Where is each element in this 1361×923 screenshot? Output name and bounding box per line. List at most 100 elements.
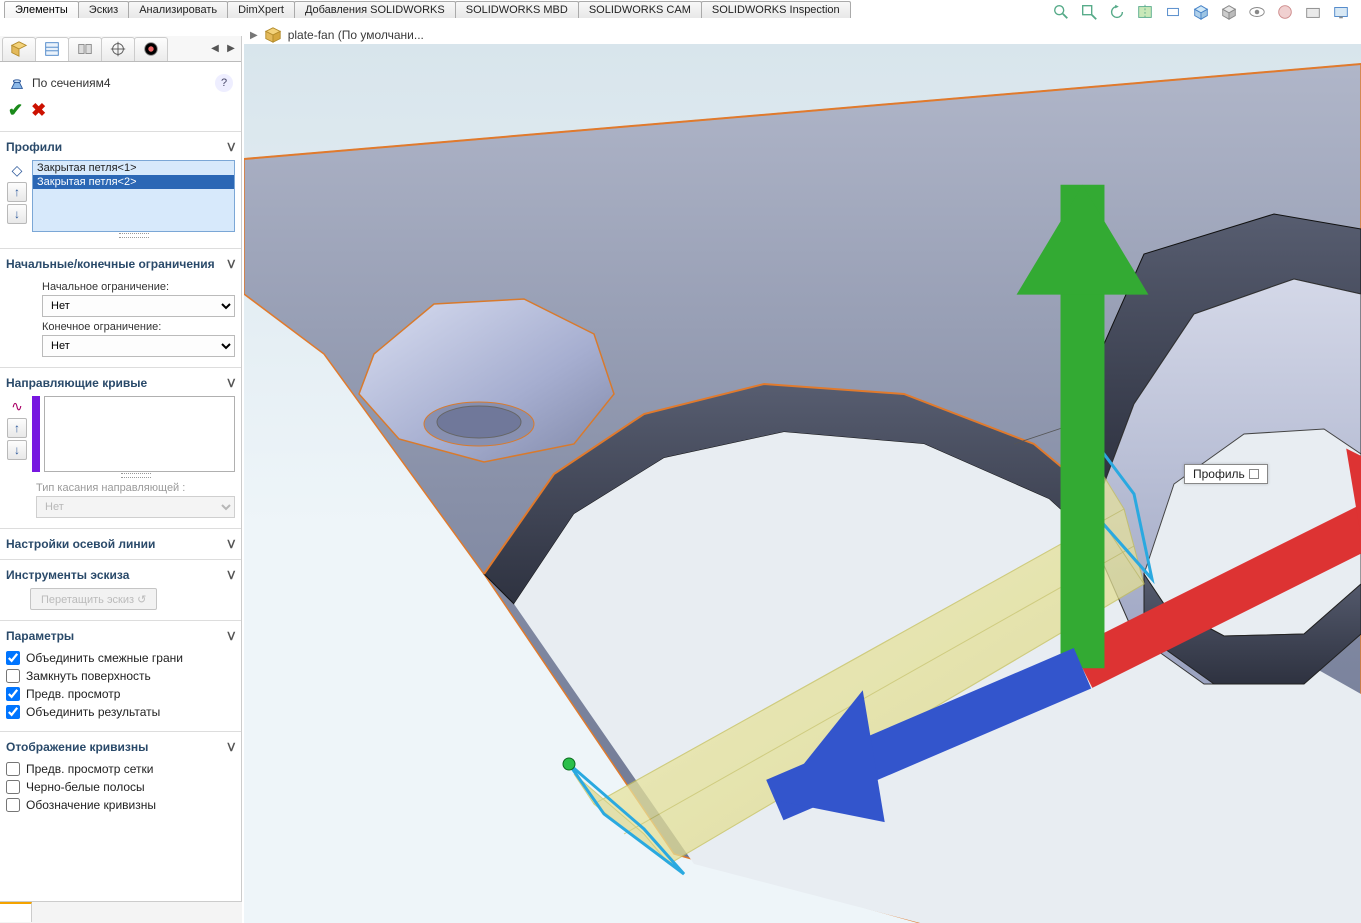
section-guides-header[interactable]: Направляющие кривые ᐯ <box>6 372 235 394</box>
section-constraints-header[interactable]: Начальные/конечные ограничения ᐯ <box>6 253 235 275</box>
breadcrumb-arrow-icon[interactable]: ▶ <box>250 30 258 41</box>
preview-checkbox[interactable] <box>6 687 20 701</box>
curvature-mark-checkbox[interactable] <box>6 798 20 812</box>
display-style-icon[interactable] <box>1219 2 1239 22</box>
chevron-up-icon: ᐯ <box>227 377 235 390</box>
tab-mbd[interactable]: SOLIDWORKS MBD <box>455 1 579 18</box>
view-orientation-icon[interactable] <box>1191 2 1211 22</box>
merge-faces-checkbox-row[interactable]: Объединить смежные грани <box>6 649 235 667</box>
guides-listbox[interactable] <box>44 396 235 472</box>
merge-results-label: Объединить результаты <box>26 705 160 719</box>
curvature-mark-checkbox-row[interactable]: Обозначение кривизны <box>6 796 235 814</box>
merge-faces-checkbox[interactable] <box>6 651 20 665</box>
view-settings-icon[interactable] <box>1331 2 1351 22</box>
tab-features[interactable]: Элементы <box>4 1 79 18</box>
section-curvature-header[interactable]: Отображение кривизны ᐯ <box>6 736 235 758</box>
tabs-scroll-left[interactable]: ◀ <box>207 37 223 61</box>
tab-evaluate[interactable]: Анализировать <box>128 1 228 18</box>
feature-manager-tab[interactable] <box>2 37 36 61</box>
curvature-mark-label: Обозначение кривизны <box>26 798 156 812</box>
mesh-preview-label: Предв. просмотр сетки <box>26 762 154 776</box>
previous-view-icon[interactable] <box>1107 2 1127 22</box>
chevron-up-icon: ᐯ <box>227 141 235 154</box>
hide-show-items-icon[interactable] <box>1247 2 1267 22</box>
zebra-checkbox-row[interactable]: Черно-белые полосы <box>6 778 235 796</box>
feature-title: По сечениям4 <box>32 76 209 90</box>
part-icon <box>264 26 282 44</box>
help-button[interactable]: ? <box>215 74 233 92</box>
dynamic-annotation-icon[interactable] <box>1163 2 1183 22</box>
apply-scene-icon[interactable] <box>1303 2 1323 22</box>
ok-button[interactable]: ✔ <box>8 100 23 121</box>
preview-checkbox-row[interactable]: Предв. просмотр <box>6 685 235 703</box>
section-profiles-label: Профили <box>6 140 62 154</box>
configuration-manager-tab[interactable] <box>68 37 102 61</box>
move-guide-up-button[interactable]: ↑ <box>7 418 27 438</box>
property-manager-panel: ◀ ▶ По сечениям4 ? ✔ ✖ Профили ᐯ ◇ ↑ <box>0 36 242 901</box>
merge-faces-label: Объединить смежные грани <box>26 651 183 665</box>
section-params-label: Параметры <box>6 629 74 643</box>
end-constraint-label: Конечное ограничение: <box>42 321 235 333</box>
drag-sketch-button: Перетащить эскиз ↺ <box>30 588 157 610</box>
merge-results-checkbox-row[interactable]: Объединить результаты <box>6 703 235 721</box>
chevron-up-icon: ᐯ <box>227 258 235 271</box>
merge-results-checkbox[interactable] <box>6 705 20 719</box>
display-manager-tab[interactable] <box>134 37 168 61</box>
mesh-preview-checkbox[interactable] <box>6 762 20 776</box>
close-surface-checkbox[interactable] <box>6 669 20 683</box>
cancel-button[interactable]: ✖ <box>31 100 46 121</box>
chevron-up-icon: ᐯ <box>227 741 235 754</box>
tab-dimxpert[interactable]: DimXpert <box>227 1 295 18</box>
graphics-viewport[interactable]: Профиль <box>244 44 1361 923</box>
profiles-listbox[interactable]: Закрытая петля<1> Закрытая петля<2> <box>32 160 235 232</box>
profile-sketch-icon[interactable]: ◇ <box>7 160 27 180</box>
end-constraint-select[interactable]: Нет <box>42 335 235 357</box>
profile-item-1[interactable]: Закрытая петля<1> <box>33 161 234 175</box>
preview-label: Предв. просмотр <box>26 687 120 701</box>
undo-icon: ↺ <box>137 594 146 606</box>
loft-icon <box>8 74 26 92</box>
chevron-up-icon: ᐯ <box>227 569 235 582</box>
section-profiles-header[interactable]: Профили ᐯ <box>6 136 235 158</box>
zebra-checkbox[interactable] <box>6 780 20 794</box>
section-sketch-tools-label: Инструменты эскиза <box>6 568 129 582</box>
zoom-to-area-icon[interactable] <box>1079 2 1099 22</box>
chevron-up-icon: ᐯ <box>227 630 235 643</box>
section-view-icon[interactable] <box>1135 2 1155 22</box>
bottom-tab-model[interactable] <box>0 902 32 922</box>
property-manager-tab[interactable] <box>35 37 69 61</box>
start-constraint-select[interactable]: Нет <box>42 295 235 317</box>
tab-inspection[interactable]: SOLIDWORKS Inspection <box>701 1 851 18</box>
move-profile-down-button[interactable]: ↓ <box>7 204 27 224</box>
mesh-preview-checkbox-row[interactable]: Предв. просмотр сетки <box>6 760 235 778</box>
dimxpert-manager-tab[interactable] <box>101 37 135 61</box>
tabs-scroll-right[interactable]: ▶ <box>223 37 239 61</box>
list-resize-grip[interactable] <box>32 232 235 238</box>
breadcrumb: ▶ plate-fan (По умолчани... <box>250 26 424 44</box>
feature-title-row: По сечениям4 ? <box>6 66 235 98</box>
profile-item-2[interactable]: Закрытая петля<2> <box>33 175 234 189</box>
move-guide-down-button[interactable]: ↓ <box>7 440 27 460</box>
move-profile-up-button[interactable]: ↑ <box>7 182 27 202</box>
section-centerline-header[interactable]: Настройки осевой линии ᐯ <box>6 533 235 555</box>
breadcrumb-part-name[interactable]: plate-fan (По умолчани... <box>288 28 424 42</box>
tab-addins[interactable]: Добавления SOLIDWORKS <box>294 1 456 18</box>
close-surface-checkbox-row[interactable]: Замкнуть поверхность <box>6 667 235 685</box>
tab-cam[interactable]: SOLIDWORKS CAM <box>578 1 702 18</box>
section-constraints-label: Начальные/конечные ограничения <box>6 257 215 271</box>
tab-sketch[interactable]: Эскиз <box>78 1 129 18</box>
guide-tangency-label: Тип касания направляющей : <box>36 482 235 494</box>
manager-tabs: ◀ ▶ <box>0 36 241 62</box>
heads-up-view-toolbar <box>1051 2 1351 22</box>
guide-color-strip <box>32 396 40 472</box>
section-params-header[interactable]: Параметры ᐯ <box>6 625 235 647</box>
edit-appearance-icon[interactable] <box>1275 2 1295 22</box>
list-resize-grip[interactable] <box>36 472 235 478</box>
zoom-to-fit-icon[interactable] <box>1051 2 1071 22</box>
guide-curve-icon[interactable]: ∿ <box>7 396 27 416</box>
section-centerline-label: Настройки осевой линии <box>6 537 155 551</box>
section-curvature-label: Отображение кривизны <box>6 740 148 754</box>
orientation-triad[interactable] <box>524 44 1361 888</box>
section-sketch-tools-header[interactable]: Инструменты эскиза ᐯ <box>6 564 235 586</box>
start-constraint-label: Начальное ограничение: <box>42 281 235 293</box>
